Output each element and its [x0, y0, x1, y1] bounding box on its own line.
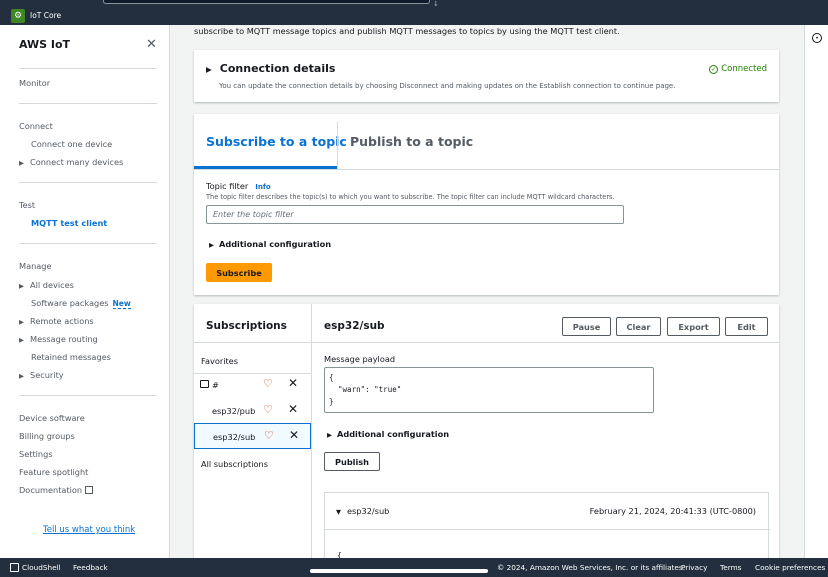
- sidebar-item-message-routing[interactable]: Message routing: [19, 334, 98, 344]
- edit-button[interactable]: Edit: [725, 317, 768, 336]
- pause-button[interactable]: Pause: [562, 317, 611, 336]
- tab-publish[interactable]: Publish to a topic: [350, 134, 473, 149]
- divider: [19, 243, 157, 244]
- topic-filter-label: Topic filter Info: [206, 181, 271, 191]
- search-bar[interactable]: [103, 0, 430, 4]
- cookie-preferences-link[interactable]: Cookie preferences: [755, 563, 825, 572]
- divider: [19, 182, 157, 183]
- subscription-item[interactable]: esp32/pub ♡ ✕: [194, 398, 311, 424]
- sidebar-item-retained-messages[interactable]: Retained messages: [31, 352, 111, 362]
- horizontal-scrollbar[interactable]: [310, 569, 488, 573]
- active-tab-indicator: [194, 166, 337, 169]
- message-header-divider: [325, 529, 770, 530]
- settings-gear-icon[interactable]: •: [812, 33, 822, 43]
- column-divider: [311, 304, 312, 565]
- footer-bar: CloudShell Feedback © 2024, Amazon Web S…: [0, 558, 828, 577]
- page-intro-text: subscribe to MQTT message topics and pub…: [194, 26, 620, 36]
- subscription-name: esp32/pub: [212, 406, 256, 416]
- all-subscriptions-label[interactable]: All subscriptions: [201, 459, 268, 469]
- cloudshell-icon[interactable]: [10, 563, 19, 572]
- sidebar-section-test[interactable]: Test: [19, 200, 35, 210]
- sidebar-section-manage[interactable]: Manage: [19, 261, 52, 271]
- sidebar-item-monitor[interactable]: Monitor: [19, 78, 50, 88]
- header-divider: [194, 342, 779, 343]
- subscription-item[interactable]: # ♡ ✕: [194, 372, 311, 398]
- privacy-link[interactable]: Privacy: [681, 563, 707, 572]
- sidebar-item-settings[interactable]: Settings: [19, 449, 53, 459]
- cloudshell-link[interactable]: CloudShell: [22, 563, 61, 572]
- message-entry: esp32/sub February 21, 2024, 20:41:33 (U…: [324, 492, 770, 565]
- topic-filter-label-text: Topic filter: [206, 181, 249, 191]
- sidebar-item-connect-many-devices[interactable]: Connect many devices: [19, 157, 123, 167]
- sidebar-item-feature-spotlight[interactable]: Feature spotlight: [19, 467, 88, 477]
- remove-x-icon[interactable]: ✕: [289, 428, 299, 442]
- sidebar-item-software-packages[interactable]: Software packages New: [31, 298, 131, 309]
- tab-subscribe[interactable]: Subscribe to a topic: [206, 134, 347, 149]
- tab-bar-border: [194, 169, 779, 170]
- subscription-name: #: [212, 380, 219, 390]
- subscribe-button[interactable]: Subscribe: [206, 263, 272, 282]
- topic-filter-description: The topic filter describes the topic(s) …: [206, 193, 615, 201]
- additional-configuration-toggle[interactable]: Additional configuration: [209, 239, 331, 249]
- message-topic-toggle[interactable]: esp32/sub: [336, 506, 389, 516]
- subscriptions-title: Subscriptions: [206, 320, 287, 332]
- connection-details-description: You can update the connection details by…: [219, 82, 676, 90]
- search-shortcut-hint: ↓: [433, 0, 439, 8]
- close-icon[interactable]: ✕: [146, 37, 157, 52]
- utility-panel: •: [804, 25, 828, 558]
- sidebar-item-mqtt-test-client[interactable]: MQTT test client: [31, 218, 107, 228]
- favorites-label: Favorites: [201, 356, 238, 366]
- terms-link[interactable]: Terms: [720, 563, 742, 572]
- iot-core-logo-icon[interactable]: ⚙: [11, 9, 25, 23]
- topic-filter-input[interactable]: [206, 205, 624, 224]
- sidebar: AWS IoT ✕ Monitor Connect Connect one de…: [0, 25, 170, 558]
- export-button[interactable]: Export: [667, 317, 720, 336]
- selected-topic-title: esp32/sub: [324, 320, 385, 332]
- subscriptions-panel: Subscriptions esp32/sub Pause Clear Expo…: [194, 304, 779, 565]
- connection-details-panel: Connection details You can update the co…: [194, 50, 779, 102]
- favorite-heart-icon[interactable]: ♡: [264, 429, 274, 442]
- connection-details-toggle[interactable]: Connection details: [206, 62, 336, 75]
- clear-button[interactable]: Clear: [616, 317, 661, 336]
- sidebar-section-connect[interactable]: Connect: [19, 121, 53, 131]
- sidebar-item-label: Documentation: [19, 485, 83, 495]
- sidebar-item-device-software[interactable]: Device software: [19, 413, 85, 423]
- sidebar-item-label: Software packages: [31, 298, 109, 308]
- divider: [19, 68, 157, 69]
- sidebar-item-billing-groups[interactable]: Billing groups: [19, 431, 75, 441]
- message-timestamp: February 21, 2024, 20:41:33 (UTC-0800): [589, 506, 756, 516]
- divider: [19, 395, 157, 396]
- sidebar-item-all-devices[interactable]: All devices: [19, 280, 74, 290]
- message-payload-label: Message payload: [324, 354, 396, 364]
- sidebar-item-connect-one-device[interactable]: Connect one device: [31, 139, 112, 149]
- remove-x-icon[interactable]: ✕: [288, 376, 298, 390]
- favorite-heart-icon[interactable]: ♡: [263, 377, 273, 390]
- tab-separator: [337, 122, 338, 169]
- sidebar-item-security[interactable]: Security: [19, 370, 64, 380]
- sidebar-item-documentation[interactable]: Documentation: [19, 485, 94, 495]
- service-name[interactable]: IoT Core: [30, 11, 61, 20]
- favorite-heart-icon[interactable]: ♡: [263, 403, 273, 416]
- message-payload-editor[interactable]: { "warn": "true" }: [324, 367, 654, 413]
- divider: [19, 103, 157, 104]
- info-link[interactable]: Info: [255, 183, 270, 191]
- new-badge: New: [112, 299, 131, 309]
- sidebar-item-remote-actions[interactable]: Remote actions: [19, 316, 94, 326]
- connection-status: ✓ Connected: [709, 64, 767, 74]
- subscription-name: esp32/sub: [213, 432, 256, 442]
- feedback-footer-link[interactable]: Feedback: [73, 563, 108, 572]
- status-text: Connected: [721, 64, 767, 74]
- sidebar-title: AWS IoT: [19, 38, 71, 51]
- subscription-item-selected[interactable]: esp32/sub ♡ ✕: [194, 423, 311, 449]
- publish-button[interactable]: Publish: [324, 452, 380, 471]
- feedback-link[interactable]: Tell us what you think: [43, 525, 135, 535]
- remove-x-icon[interactable]: ✕: [288, 402, 298, 416]
- top-navigation-bar: ⚙ IoT Core ↓: [0, 0, 828, 25]
- subscribe-publish-panel: Subscribe to a topic Publish to a topic …: [194, 114, 779, 295]
- additional-configuration-toggle[interactable]: Additional configuration: [327, 429, 449, 439]
- copyright-text: © 2024, Amazon Web Services, Inc. or its…: [497, 563, 686, 572]
- check-circle-icon: ✓: [709, 65, 719, 74]
- topic-icon: [200, 380, 209, 388]
- external-link-icon: [85, 486, 94, 494]
